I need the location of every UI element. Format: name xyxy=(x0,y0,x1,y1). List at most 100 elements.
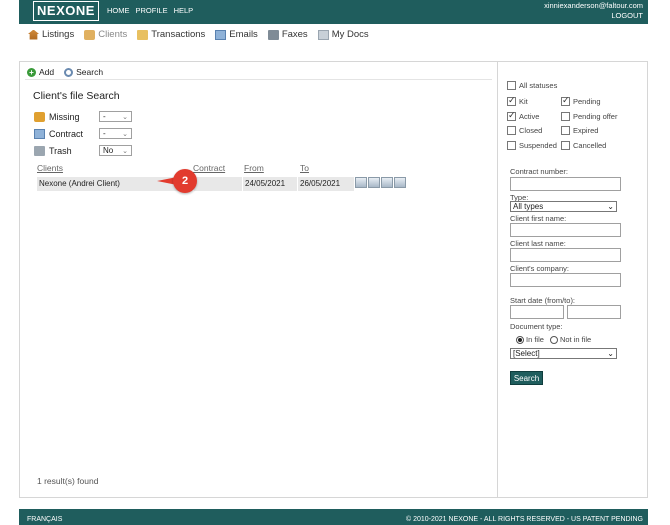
start-date-to-input[interactable] xyxy=(567,305,621,319)
status-kit-label: Kit xyxy=(519,97,528,106)
cell-contract xyxy=(194,177,242,191)
filter-contract: Contract - ⌄ xyxy=(34,128,132,139)
filter-missing: Missing - ⌄ xyxy=(34,111,132,122)
mail-icon xyxy=(215,29,227,40)
missing-label: Missing xyxy=(49,111,80,122)
missing-select[interactable]: - ⌄ xyxy=(99,111,132,122)
first-name-input[interactable] xyxy=(510,223,621,237)
language-link[interactable]: FRANÇAIS xyxy=(27,516,62,523)
status-expired[interactable]: Expired xyxy=(561,126,598,135)
status-pending-label: Pending xyxy=(573,97,601,106)
section-nav: Listings Clients Transactions Emails Fax… xyxy=(28,29,369,40)
col-clients[interactable]: Clients xyxy=(37,163,63,173)
not-in-file-radio[interactable] xyxy=(549,336,558,345)
print-icon[interactable] xyxy=(381,177,393,188)
filter-trash: Trash No ⌄ xyxy=(34,145,132,156)
nav-my-docs[interactable]: My Docs xyxy=(317,29,369,40)
nav-transactions[interactable]: Transactions xyxy=(137,29,205,40)
last-name-label: Client last name: xyxy=(510,239,566,248)
nav-clients[interactable]: Clients xyxy=(84,29,127,40)
document-icon[interactable] xyxy=(355,177,367,188)
contract-select-value: - xyxy=(103,129,106,138)
status-pending-offer-label: Pending offer xyxy=(573,112,618,121)
contract-label: Contract xyxy=(49,128,84,139)
status-kit[interactable]: Kit xyxy=(507,95,528,106)
status-closed-checkbox[interactable] xyxy=(507,126,516,135)
top-header: NEXONE HOME PROFILE HELP xinniexanderson… xyxy=(19,0,648,24)
copyright: © 2010-2021 NEXONE - ALL RIGHTS RESERVED… xyxy=(405,516,643,523)
status-active[interactable]: Active xyxy=(507,110,540,121)
user-box: xinniexanderson@faltour.com LOGOUT xyxy=(544,1,643,21)
nav-emails-label: Emails xyxy=(229,29,258,40)
start-date-from-input[interactable] xyxy=(510,305,564,319)
logout-link[interactable]: LOGOUT xyxy=(544,11,643,21)
in-file-label: In file xyxy=(526,335,544,344)
folder-icon xyxy=(137,29,149,40)
email-icon[interactable] xyxy=(368,177,380,188)
status-active-checkbox[interactable] xyxy=(507,110,516,121)
status-suspended-checkbox[interactable] xyxy=(507,141,516,150)
nav-home[interactable]: HOME xyxy=(107,6,130,15)
last-name-input[interactable] xyxy=(510,248,621,262)
search-button[interactable]: Search xyxy=(510,371,543,385)
document-type-label: Document type: xyxy=(510,322,563,331)
col-from[interactable]: From xyxy=(244,163,264,173)
toolbar: + Add Search xyxy=(27,67,103,77)
not-in-file-label: Not in file xyxy=(559,335,592,344)
page-title: Client's file Search xyxy=(33,90,120,102)
company-input[interactable] xyxy=(510,273,621,287)
add-button[interactable]: + Add xyxy=(27,67,54,77)
not-in-file-option[interactable]: Not in file xyxy=(549,335,592,345)
user-email: xinniexanderson@faltour.com xyxy=(544,1,643,10)
clients-icon xyxy=(84,29,96,40)
status-active-label: Active xyxy=(519,112,540,121)
nav-listings-label: Listings xyxy=(42,29,75,40)
document-select-value: [Select] xyxy=(513,349,540,358)
main-panel: + Add Search Client's file Search Missin… xyxy=(19,61,498,498)
nav-listings[interactable]: Listings xyxy=(28,29,74,40)
status-pending-offer[interactable]: Pending offer xyxy=(561,112,617,121)
status-expired-checkbox[interactable] xyxy=(561,126,570,135)
search-toolbar-button[interactable]: Search xyxy=(64,67,103,77)
status-cancelled-label: Cancelled xyxy=(573,141,607,150)
status-all-checkbox[interactable] xyxy=(507,81,516,90)
status-kit-checkbox[interactable] xyxy=(507,95,516,106)
nav-emails[interactable]: Emails xyxy=(215,29,258,40)
status-suspended-label: Suspended xyxy=(519,141,557,150)
edit-icon[interactable] xyxy=(394,177,406,188)
status-suspended[interactable]: Suspended xyxy=(507,141,557,150)
document-type-radios: In file Not in file xyxy=(516,335,592,345)
status-cancelled[interactable]: Cancelled xyxy=(561,141,606,150)
nav-profile[interactable]: PROFILE xyxy=(136,6,168,15)
row-actions xyxy=(355,177,406,188)
trash-label: Trash xyxy=(49,145,72,156)
nav-faxes-label: Faxes xyxy=(281,29,308,40)
trash-select[interactable]: No ⌄ xyxy=(99,145,132,156)
company-label: Client's company: xyxy=(510,264,569,273)
badge-number: 2 xyxy=(173,169,197,193)
col-to[interactable]: To xyxy=(300,163,309,173)
status-closed[interactable]: Closed xyxy=(507,126,542,135)
status-pending-offer-checkbox[interactable] xyxy=(561,112,570,121)
missing-select-value: - xyxy=(103,112,106,121)
chevron-down-icon: ⌄ xyxy=(122,130,128,138)
status-cancelled-checkbox[interactable] xyxy=(561,141,570,150)
cell-from: 24/05/2021 xyxy=(243,177,297,191)
status-all-label: All statuses xyxy=(519,81,558,90)
toolbar-divider xyxy=(25,79,492,80)
status-pending-checkbox[interactable] xyxy=(561,95,570,106)
nexone-logo[interactable]: NEXONE xyxy=(33,1,99,21)
contract-number-input[interactable] xyxy=(510,177,621,191)
in-file-option[interactable]: In file xyxy=(516,335,544,345)
nav-faxes[interactable]: Faxes xyxy=(267,29,308,40)
contract-number-label: Contract number: xyxy=(510,167,568,176)
contract-select[interactable]: - ⌄ xyxy=(99,128,132,139)
nav-help[interactable]: HELP xyxy=(174,6,194,15)
type-select[interactable]: All types ⌄ xyxy=(510,201,617,212)
status-all[interactable]: All statuses xyxy=(507,81,557,90)
col-contract[interactable]: Contract xyxy=(193,163,225,173)
in-file-radio[interactable] xyxy=(516,336,524,345)
document-select[interactable]: [Select] ⌄ xyxy=(510,348,617,359)
status-pending[interactable]: Pending xyxy=(561,95,601,106)
annotation-badge: 2 xyxy=(157,169,197,193)
